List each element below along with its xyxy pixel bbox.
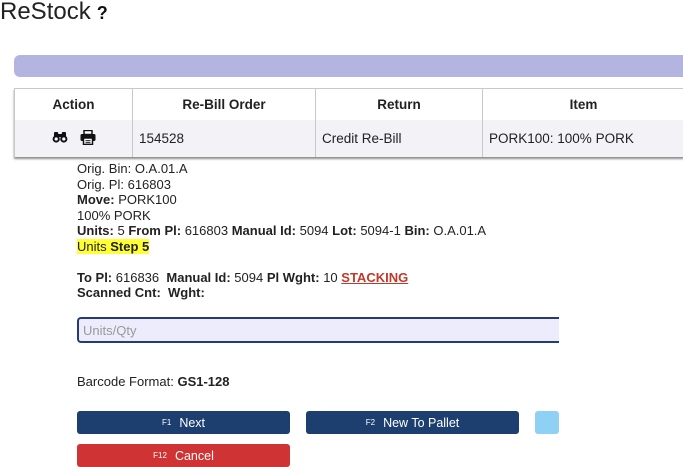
orig-bin-line: Orig. Bin: O.A.01.A — [77, 161, 486, 177]
cancel-button-label: Cancel — [174, 448, 214, 463]
lot-value: 5094-1 — [360, 223, 401, 238]
rebill-order-cell: 154528 — [133, 120, 316, 157]
table-header-row: Action Re-Bill Order Return Item — [15, 89, 683, 120]
move-value: PORK100 — [118, 192, 177, 207]
from-pl-value: 616803 — [184, 223, 229, 238]
orig-bin-label: Orig. Bin: — [77, 161, 132, 176]
orig-pl-label: Orig. Pl: — [77, 176, 124, 192]
units-value: 5 — [117, 223, 125, 238]
scanned-line: Scanned Cnt: Wght: — [77, 285, 486, 301]
action-cell — [15, 120, 133, 157]
move-line: Move: PORK100 — [77, 192, 486, 208]
restock-details: Orig. Bin: O.A.01.A Orig. Pl: 616803 Mov… — [77, 161, 486, 301]
print-icon[interactable] — [80, 129, 96, 148]
lot-label: Lot: — [332, 223, 357, 238]
return-cell: Credit Re-Bill — [316, 120, 483, 157]
next-shortcut-key: F1 — [161, 418, 172, 427]
stacking-link[interactable]: STACKING — [341, 270, 408, 285]
next-button[interactable]: F1 Next — [77, 411, 290, 434]
bin-value: O.A.01.A — [433, 223, 487, 238]
step-prefix: Units — [77, 238, 107, 254]
barcode-format-value: GS1-128 — [177, 374, 230, 389]
units-line: Units: 5 From Pl: 616803 Manual Id: 5094… — [77, 223, 486, 239]
to-pl-label: To Pl: — [77, 269, 113, 285]
new-pallet-shortcut-key: F2 — [365, 418, 376, 427]
to-pallet-line: To Pl: 616836 Manual Id: 5094 Pl Wght: 1… — [77, 270, 486, 286]
help-icon[interactable]: ? — [97, 3, 108, 24]
orig-bin-value: O.A.01.A — [134, 161, 188, 176]
move-label: Move: — [77, 192, 115, 207]
new-pallet-button-label: New To Pallet — [383, 415, 460, 430]
step-label: Step 5 — [110, 238, 150, 254]
barcode-format: Barcode Format: GS1-128 — [77, 374, 230, 389]
scanned-cnt-label: Scanned Cnt: — [77, 285, 161, 300]
page-title-text: ReStock — [0, 0, 91, 25]
to-manual-id-label: Manual Id: — [166, 269, 231, 285]
column-header-action: Action — [15, 89, 133, 120]
orig-pl-value: 616803 — [127, 176, 171, 192]
from-pl-label: From Pl: — [128, 223, 182, 238]
cancel-button[interactable]: F12 Cancel — [77, 444, 290, 467]
next-button-label: Next — [179, 415, 206, 430]
description-line: 100% PORK — [77, 207, 151, 223]
restock-table: Action Re-Bill Order Return Item 154528 … — [14, 88, 683, 157]
bin-label: Bin: — [404, 223, 430, 238]
manual-id-value: 5094 — [299, 223, 329, 238]
step-line: Units Step 5 — [77, 238, 486, 255]
to-manual-id-value: 5094 — [234, 269, 264, 285]
column-header-return: Return — [316, 89, 483, 120]
page-title: ReStock ? — [0, 0, 108, 26]
extra-action-button[interactable] — [535, 411, 559, 434]
table-row[interactable]: 154528 Credit Re-Bill PORK100: 100% PORK — [15, 120, 683, 157]
units-qty-input[interactable] — [77, 317, 559, 343]
cancel-shortcut-key: F12 — [153, 451, 167, 460]
to-pl-value: 616836 — [115, 269, 160, 285]
pl-wght-label: Pl Wght: — [266, 269, 320, 285]
wght-label: Wght: — [168, 285, 205, 300]
orig-pl-line: Orig. Pl: 616803 — [77, 177, 486, 193]
column-header-item: Item — [569, 97, 598, 112]
units-label: Units: — [77, 223, 114, 238]
barcode-format-label: Barcode Format: — [77, 374, 174, 389]
step-indicator: Units Step 5 — [77, 238, 150, 254]
new-to-pallet-button[interactable]: F2 New To Pallet — [306, 411, 519, 434]
pl-wght-value: 10 — [323, 269, 338, 285]
manual-id-label: Manual Id: — [231, 223, 296, 238]
column-header-rebill-order: Re-Bill Order — [133, 89, 316, 120]
section-bar — [14, 55, 683, 77]
binoculars-icon[interactable] — [52, 130, 68, 147]
item-cell: PORK100: 100% PORK — [489, 131, 634, 146]
